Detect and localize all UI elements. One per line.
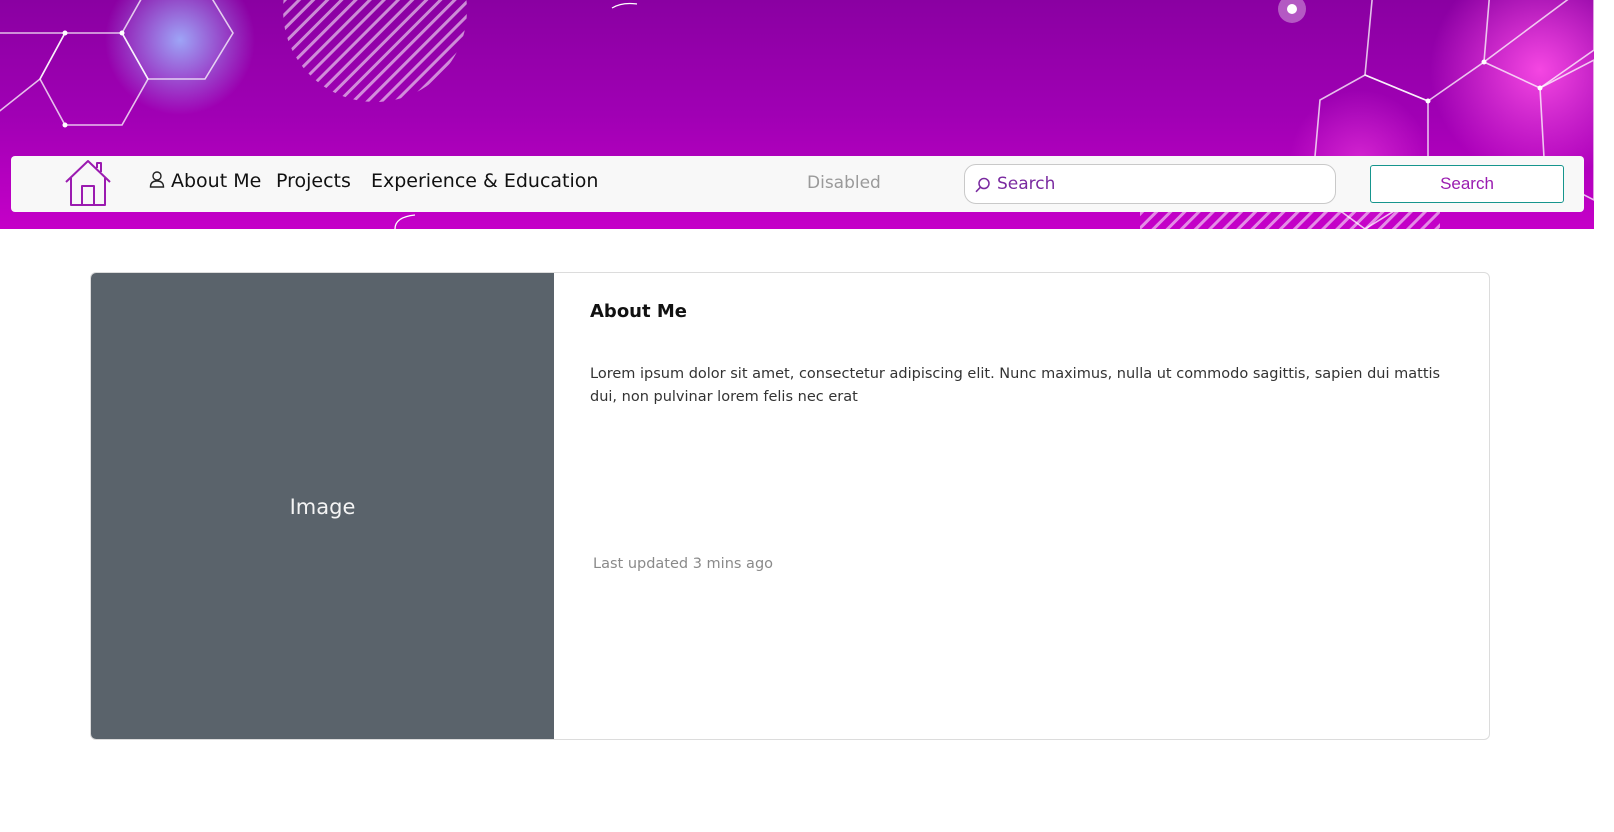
search-box[interactable]: [964, 164, 1336, 204]
search-icon: [975, 177, 990, 193]
house-icon: [65, 160, 111, 206]
card-last-updated: Last updated 3 mins ago: [593, 556, 774, 572]
search-input[interactable]: [997, 165, 1327, 203]
home-link[interactable]: [63, 158, 113, 210]
about-card: Image About Me Lorem ipsum dolor sit ame…: [90, 272, 1490, 740]
header-banner: About Me Projects Experience & Education…: [0, 0, 1594, 229]
search-button[interactable]: Search: [1370, 165, 1564, 203]
person-icon: [149, 171, 165, 188]
nav-about-me-label: About Me: [171, 170, 262, 192]
nav-projects[interactable]: Projects: [276, 170, 351, 192]
card-body: About Me Lorem ipsum dolor sit amet, con…: [554, 273, 1489, 739]
nav-about-me[interactable]: About Me: [149, 170, 261, 192]
card-image-placeholder: Image: [91, 273, 554, 739]
card-title: About Me: [590, 301, 687, 322]
nav-experience-education[interactable]: Experience & Education: [371, 170, 598, 192]
nav-disabled: Disabled: [807, 173, 881, 193]
card-text: Lorem ipsum dolor sit amet, consectetur …: [590, 366, 1441, 405]
navbar: About Me Projects Experience & Education…: [11, 156, 1584, 212]
card-image-label: Image: [289, 495, 356, 519]
